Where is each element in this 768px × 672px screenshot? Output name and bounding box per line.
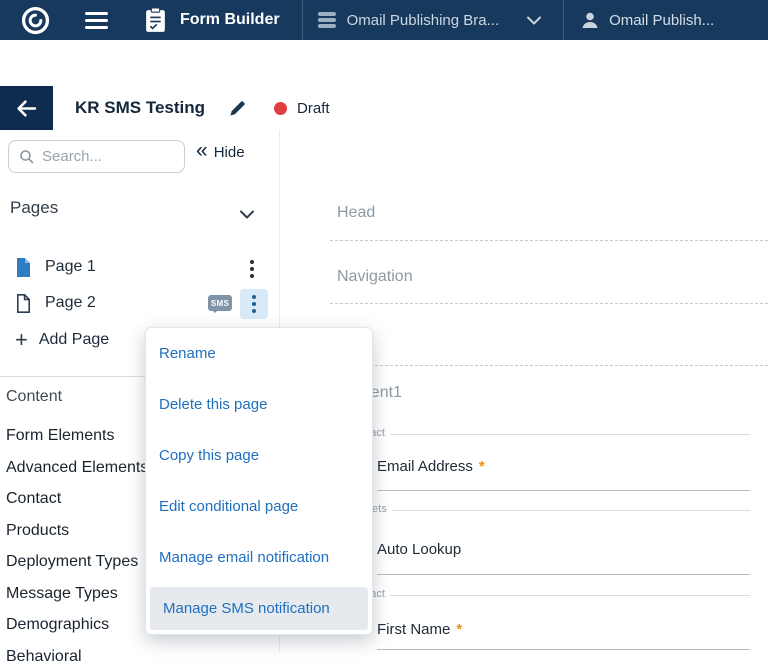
field-underline [377, 649, 750, 650]
page-filled-icon [15, 257, 32, 278]
page-outline-icon [15, 293, 32, 314]
hide-label: Hide [214, 144, 245, 161]
chevron-down-icon [527, 16, 541, 25]
chevron-double-left-icon: « [196, 142, 208, 160]
status-badge: Draft [297, 100, 330, 117]
region-divider [330, 303, 768, 304]
menu-item-copy-this-page[interactable]: Copy this page [146, 430, 372, 481]
required-marker: * [456, 621, 462, 638]
field-group-border [330, 595, 750, 596]
add-page-label: Add Page [39, 331, 109, 349]
field-email-address[interactable]: Email Address * [377, 458, 485, 475]
topbar-divider [302, 0, 303, 40]
hide-panel-button[interactable]: « Hide [196, 144, 245, 161]
page-item-1[interactable]: Page 1 [0, 249, 280, 285]
sms-notification-badge: SMS [208, 295, 232, 311]
form-header: KR SMS Testing Draft [0, 86, 768, 130]
search-icon [19, 149, 34, 164]
user-menu[interactable]: Omail Publish... [580, 10, 714, 30]
page-1-kebab-menu-icon[interactable] [250, 258, 254, 279]
arrow-left-icon [16, 99, 37, 118]
field-group-border [330, 510, 750, 511]
field-first-name[interactable]: First Name * [377, 621, 462, 638]
person-icon [580, 10, 600, 30]
content-section-header: Content [6, 388, 62, 406]
field-label-text: Auto Lookup [377, 541, 461, 558]
app-section: Form Builder [144, 7, 280, 34]
kebab-menu-icon [252, 294, 256, 315]
pencil-icon[interactable] [229, 100, 246, 117]
search-input[interactable] [42, 148, 167, 165]
app-logo-icon[interactable] [20, 5, 51, 36]
region-divider [330, 365, 768, 366]
field-label-text: First Name [377, 621, 450, 638]
form-title: KR SMS Testing [75, 98, 205, 118]
brand-selector[interactable]: Omail Publishing Bra... [317, 11, 542, 29]
page-2-kebab-menu-button[interactable] [240, 289, 268, 319]
region-navigation[interactable]: Navigation [337, 268, 413, 286]
plus-icon: + [15, 330, 28, 350]
search-box [8, 140, 185, 173]
back-button[interactable] [0, 86, 53, 130]
app-title: Form Builder [180, 11, 280, 29]
sidebar-item-behavioral[interactable]: Behavioral [6, 641, 276, 672]
field-auto-lookup[interactable]: Auto Lookup [377, 541, 461, 558]
user-label: Omail Publish... [609, 12, 714, 29]
topbar: Form Builder Omail Publishing Bra... [0, 0, 768, 40]
brand-label: Omail Publishing Bra... [347, 12, 500, 29]
menu-item-manage-sms-notification[interactable]: Manage SMS notification [150, 587, 368, 630]
page-item-2[interactable]: Page 2 [0, 285, 280, 321]
field-underline [377, 574, 750, 575]
pages-section-header: Pages [10, 198, 58, 218]
region-divider [330, 240, 768, 241]
region-head[interactable]: Head [337, 204, 375, 222]
page-label: Page 2 [45, 294, 96, 312]
field-underline [377, 490, 750, 491]
page-context-menu: Rename Delete this page Copy this page E… [145, 327, 373, 635]
menu-item-rename[interactable]: Rename [146, 328, 372, 379]
status-dot-icon [274, 102, 287, 115]
field-label-text: Email Address [377, 458, 473, 475]
page-label: Page 1 [45, 258, 96, 276]
topbar-divider [563, 0, 564, 40]
chevron-down-icon[interactable] [240, 206, 254, 224]
required-marker: * [479, 458, 485, 475]
field-group-border [330, 434, 750, 435]
hamburger-menu-icon[interactable] [85, 12, 108, 29]
menu-item-manage-email-notification[interactable]: Manage email notification [146, 532, 372, 583]
clipboard-icon [144, 7, 167, 34]
layers-icon [317, 11, 337, 29]
menu-item-delete-this-page[interactable]: Delete this page [146, 379, 372, 430]
menu-item-edit-conditional-page[interactable]: Edit conditional page [146, 481, 372, 532]
